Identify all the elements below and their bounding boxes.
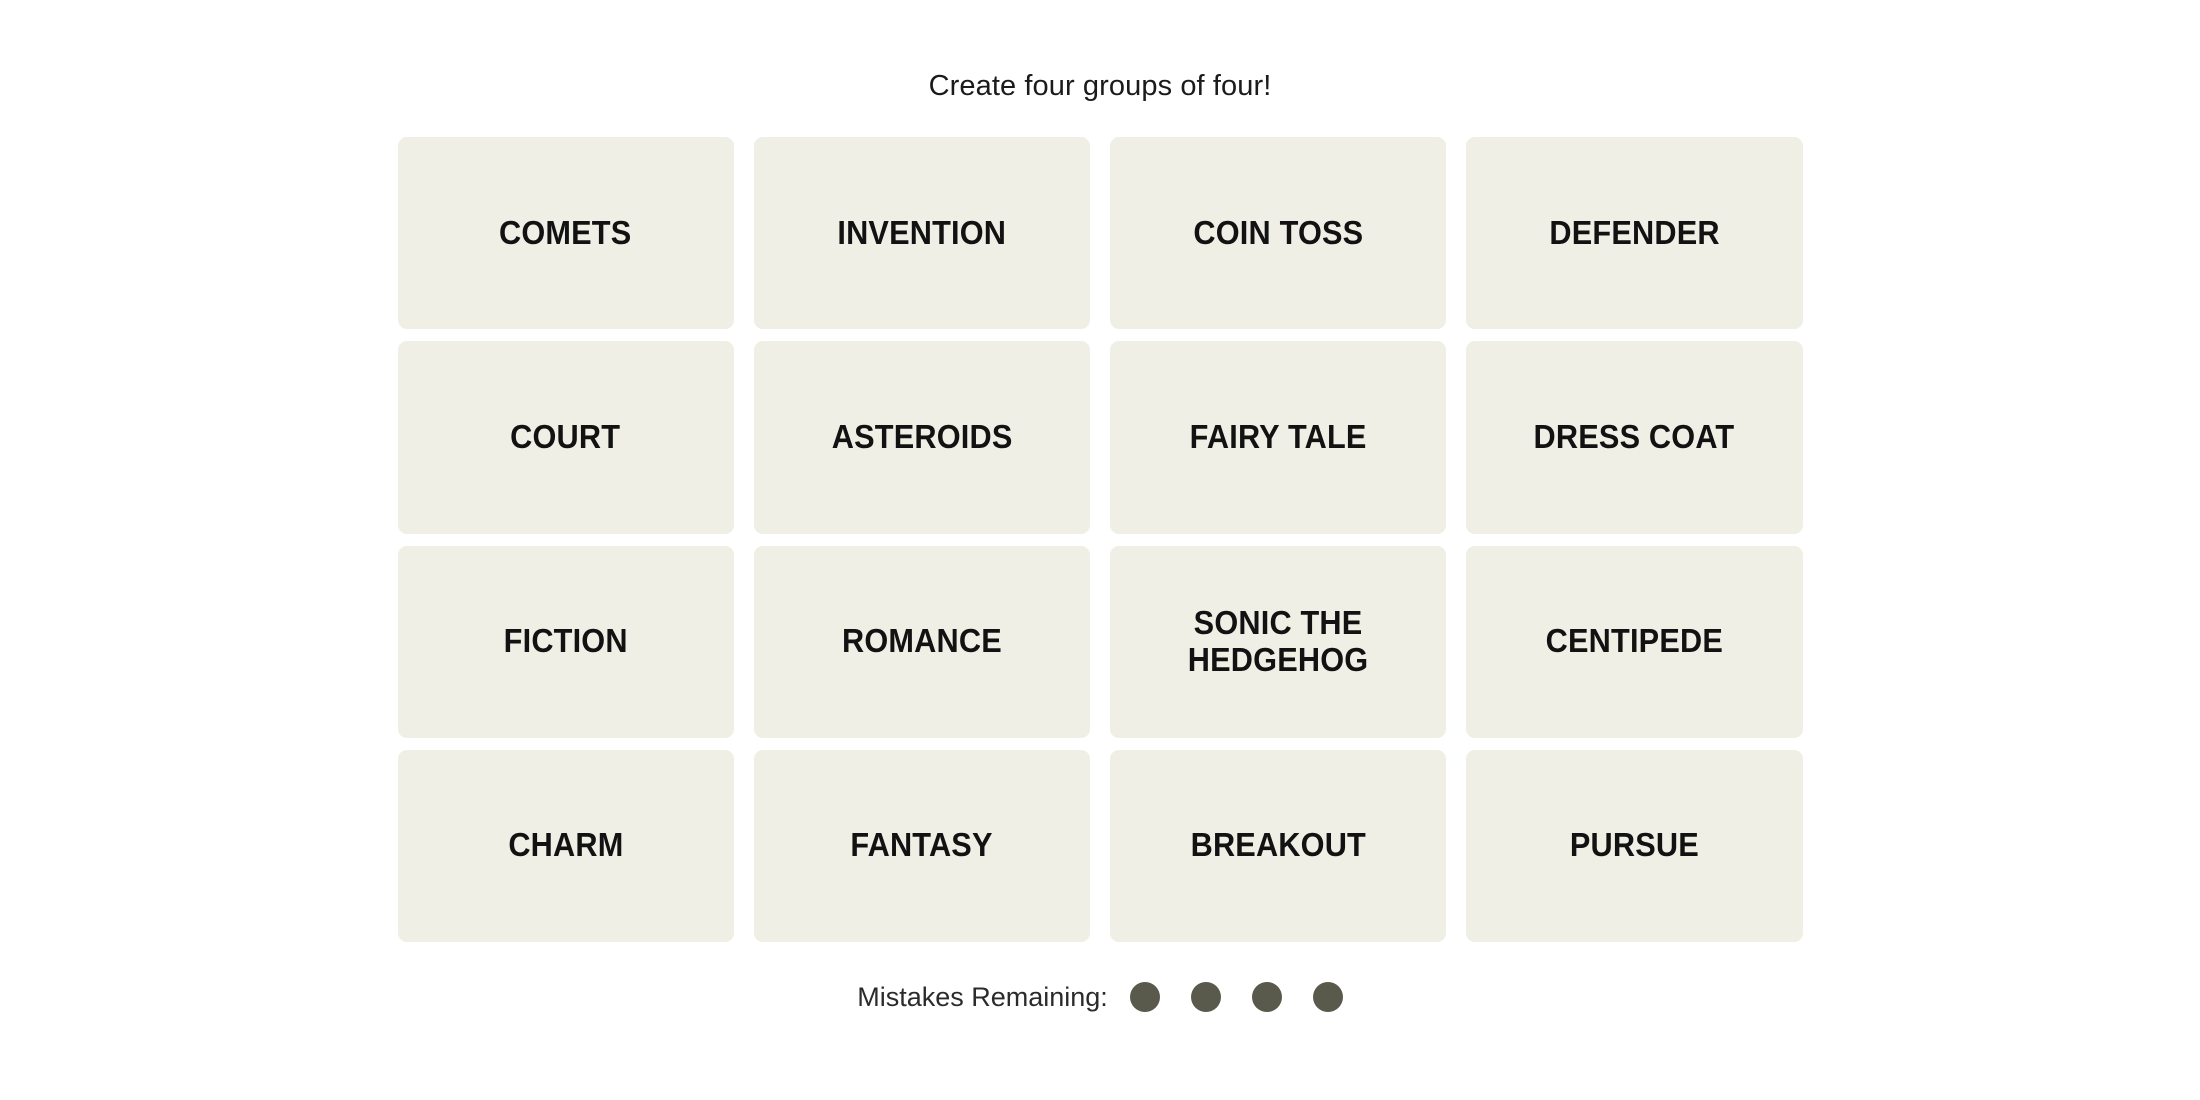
word-tile-label: CHARM	[508, 826, 624, 864]
board-container: COMETS INVENTION COIN TOSS DEFENDER COURT AST…	[397, 137, 1803, 942]
word-tile[interactable]: ROMANCE	[753, 545, 1090, 738]
word-tile-label: FANTASY	[850, 826, 994, 864]
word-tile[interactable]: INVENTION	[753, 137, 1090, 330]
word-tile-label: COIN TOSS	[1193, 213, 1364, 251]
word-tile[interactable]: CHARM	[397, 749, 734, 942]
word-tile-label: ASTEROIDS	[831, 417, 1013, 455]
mistakes-remaining-label: Mistakes Remaining:	[857, 981, 1108, 1012]
word-tile[interactable]: COMETS	[397, 137, 734, 330]
word-tile-label: DRESS COAT	[1533, 417, 1735, 455]
word-tile-label: INVENTION	[837, 213, 1007, 251]
word-tile-label: ROMANCE	[841, 622, 1002, 660]
word-tile[interactable]: FANTASY	[753, 749, 1090, 942]
word-tile-label: CENTIPEDE	[1545, 622, 1724, 660]
word-tile-label: SONIC THE HEDGEHOG	[1187, 603, 1369, 678]
word-tile-label: COMETS	[499, 213, 632, 251]
word-tile-label: PURSUE	[1569, 826, 1699, 864]
word-tile[interactable]: FICTION	[397, 545, 734, 738]
word-tile[interactable]: SONIC THE HEDGEHOG	[1110, 545, 1447, 738]
mistake-dots	[1129, 982, 1343, 1012]
word-tile-label: BREAKOUT	[1190, 826, 1366, 864]
word-tile[interactable]: COURT	[397, 341, 734, 534]
mistakes-remaining: Mistakes Remaining:	[857, 982, 1343, 1012]
mistake-dot	[1129, 982, 1160, 1012]
mistake-dot	[1251, 982, 1282, 1012]
word-tile-label: DEFENDER	[1549, 213, 1720, 251]
game-instruction: Create four groups of four!	[928, 70, 1272, 102]
word-tile[interactable]: FAIRY TALE	[1110, 341, 1447, 534]
mistake-dot	[1190, 982, 1221, 1012]
word-tile-label: COURT	[510, 417, 621, 455]
word-tile[interactable]: ASTEROIDS	[753, 341, 1090, 534]
mistake-dot	[1312, 982, 1343, 1012]
word-tile-label: FICTION	[503, 622, 628, 660]
word-tile[interactable]: COIN TOSS	[1110, 137, 1447, 330]
word-tile[interactable]: PURSUE	[1466, 749, 1803, 942]
word-tile[interactable]: BREAKOUT	[1110, 749, 1447, 942]
word-tile[interactable]: DRESS COAT	[1466, 341, 1803, 534]
word-grid: COMETS INVENTION COIN TOSS DEFENDER COURT AST…	[397, 137, 1803, 942]
word-tile[interactable]: DEFENDER	[1466, 137, 1803, 330]
word-tile[interactable]: CENTIPEDE	[1466, 545, 1803, 738]
word-tile-label: FAIRY TALE	[1189, 417, 1367, 455]
